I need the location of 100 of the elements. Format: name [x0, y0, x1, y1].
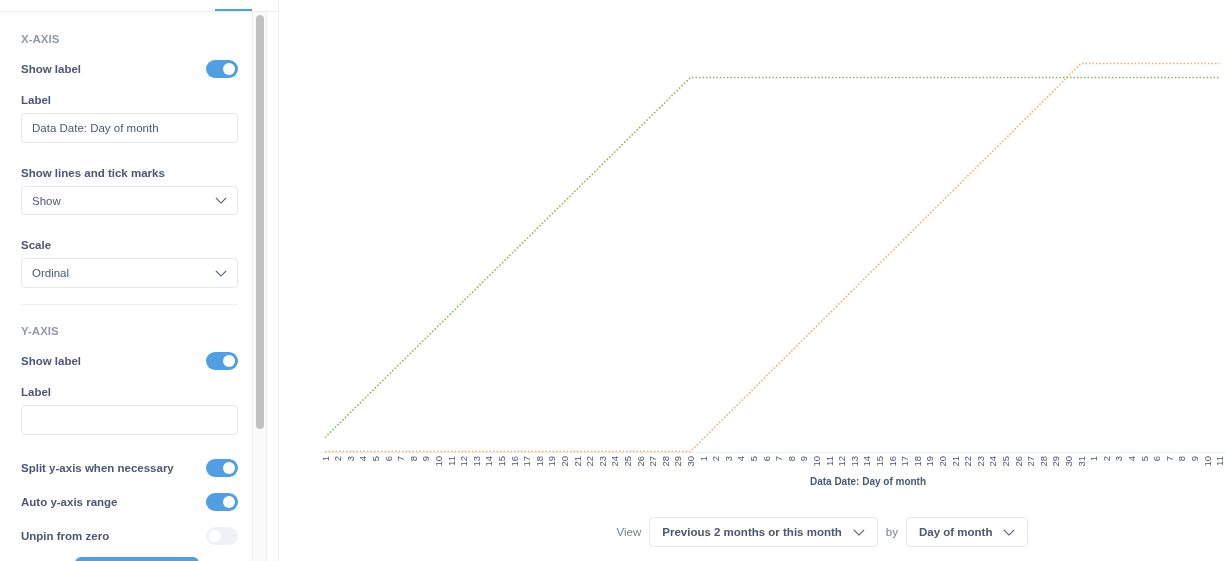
axis-tick-label: 17	[899, 456, 911, 467]
axis-tick-label: 16	[886, 456, 898, 467]
axis-tick-label: 21	[571, 456, 583, 467]
axis-tick-label: 9	[1188, 456, 1200, 462]
axis-tick-label: 9	[798, 456, 810, 462]
axis-tick-label: 4	[1125, 456, 1137, 462]
axis-tick-label: 23	[974, 456, 986, 467]
axis-tick-label: 23	[596, 456, 608, 467]
axis-tick-label: 2	[1100, 456, 1112, 462]
axis-tick-label: 19	[546, 456, 558, 467]
axis-tick-label: 8	[407, 456, 419, 462]
axis-title: Data Date: Day of month	[809, 476, 927, 487]
axis-tick-label: 6	[1151, 456, 1163, 462]
field-label: Scale	[21, 239, 53, 252]
axis-tick-label: 19	[924, 456, 936, 467]
axis-tick-label: 11	[823, 456, 835, 466]
axis-tick-label: 22	[962, 456, 974, 467]
axis-tick-label: 20	[936, 456, 948, 467]
axis-tick-label: 7	[395, 456, 407, 462]
axis-tick-label: 26	[1012, 456, 1024, 467]
axis-tick-label: 11	[1214, 456, 1225, 466]
toggle-label: Show label	[21, 62, 82, 75]
axis-tick-label: 28	[659, 456, 671, 467]
axis-tick-label: 7	[773, 456, 785, 462]
axis-tick-label: 29	[672, 456, 684, 467]
axis-tick-label: 13	[470, 456, 482, 467]
field-label: Label	[21, 386, 53, 399]
axis-tick-label: 6	[382, 456, 394, 462]
axis-tick-label: 26	[634, 456, 646, 467]
axis-tick-label: 10	[432, 456, 444, 467]
axis-tick-label: 4	[735, 456, 747, 462]
input-field[interactable]	[21, 405, 238, 435]
dropdown[interactable]: Ordinal	[21, 258, 238, 289]
section-heading: Y-AXIS	[21, 325, 60, 339]
axis-tick-label: 9	[420, 456, 432, 462]
axis-tick-label: 3	[722, 456, 734, 462]
axis-tick-label: 18	[911, 456, 923, 467]
axis-tick-label: 13	[848, 456, 860, 467]
scrollbar-thumb[interactable]	[255, 15, 264, 429]
toggle-switch[interactable]	[206, 458, 238, 477]
axis-tick-label: 5	[369, 456, 381, 462]
axis-tick-label: 24	[609, 456, 621, 467]
axis-tick-label: 15	[873, 456, 885, 467]
axis-tick-label: 5	[1138, 456, 1150, 462]
axis-tick-label: 27	[647, 456, 659, 467]
axis-tick-label: 2	[332, 456, 344, 462]
unit-dropdown[interactable]: Day of month	[905, 517, 1029, 547]
by-label: by	[885, 526, 898, 538]
field-label: Label	[21, 93, 53, 106]
tab-indicator	[215, 9, 252, 11]
toggle-switch[interactable]	[206, 59, 238, 78]
input-field[interactable]: Data Date: Day of month	[21, 112, 238, 143]
toggle-label: Auto y-axis range	[21, 495, 118, 508]
axis-tick-label: 14	[861, 456, 873, 467]
axis-tick-label: 31	[1075, 456, 1087, 467]
axis-tick-label: 17	[521, 456, 533, 467]
field-label: Show lines and tick marks	[21, 166, 166, 179]
axis-tick-label: 30	[1062, 456, 1074, 467]
chevron-down-icon	[852, 528, 865, 536]
axis-tick-label: 1	[319, 456, 331, 462]
toggle-label: Show label	[21, 355, 82, 368]
toggle-label: Split y-axis when necessary	[21, 461, 174, 474]
axis-tick-label: 8	[785, 456, 797, 462]
period-dropdown[interactable]: Previous 2 months or this month	[649, 517, 878, 547]
toggle-switch[interactable]	[206, 492, 238, 511]
chevron-down-icon	[215, 197, 227, 205]
axis-tick-label: 5	[747, 456, 759, 462]
chevron-down-icon	[1003, 528, 1016, 536]
axis-tick-label: 12	[458, 456, 470, 467]
axis-tick-label: 18	[533, 456, 545, 467]
axis-tick-label: 3	[344, 456, 356, 462]
toggle-switch[interactable]	[206, 352, 238, 371]
chevron-down-icon	[215, 269, 227, 277]
axis-tick-label: 27	[1025, 456, 1037, 467]
axis-tick-label: 3	[1113, 456, 1125, 462]
axis-tick-label: 1	[1088, 456, 1100, 462]
axis-tick-label: 8	[1176, 456, 1188, 462]
axis-tick-label: 15	[495, 456, 507, 467]
section-heading: X-AXIS	[21, 33, 61, 46]
axis-tick-label: 11	[445, 456, 457, 466]
axis-tick-label: 4	[357, 456, 369, 462]
axis-tick-label: 20	[558, 456, 570, 467]
axis-tick-label: 25	[621, 456, 633, 467]
axis-tick-label: 16	[508, 456, 520, 467]
view-label: View	[616, 526, 642, 538]
axis-tick-label: 6	[760, 456, 772, 462]
toggle-label: Unpin from zero	[21, 529, 110, 542]
axis-tick-label: 30	[684, 456, 696, 467]
axis-tick-label: 2	[710, 456, 722, 462]
axis-tick-label: 14	[483, 456, 495, 467]
axis-tick-label: 10	[1201, 456, 1213, 467]
axis-tick-label: 22	[584, 456, 596, 467]
dropdown[interactable]: Show	[21, 185, 238, 216]
axis-tick-label: 29	[1050, 456, 1062, 467]
axis-tick-label: 7	[1163, 456, 1175, 462]
axis-tick-label: 21	[949, 456, 961, 467]
axis-tick-label: 1	[697, 456, 709, 462]
axis-tick-label: 28	[1037, 456, 1049, 467]
axis-tick-label: 24	[987, 456, 999, 467]
axis-tick-label: 10	[810, 456, 822, 467]
